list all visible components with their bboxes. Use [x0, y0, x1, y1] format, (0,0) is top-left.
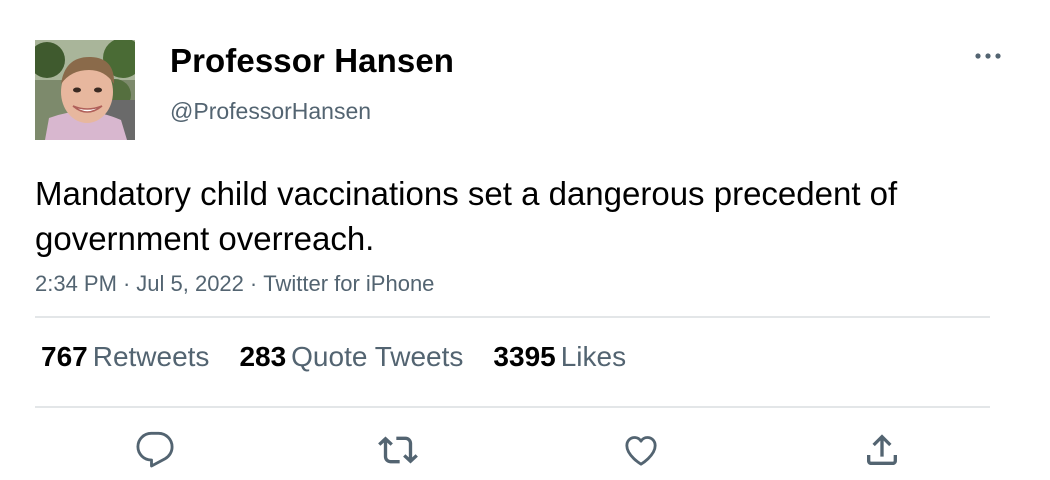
like-button[interactable]	[619, 428, 663, 472]
tweet-date[interactable]: Jul 5, 2022	[136, 271, 244, 296]
meta-separator: ·	[122, 271, 131, 296]
tweet-source[interactable]: Twitter for iPhone	[263, 271, 434, 296]
quote-tweets-label: Quote Tweets	[291, 341, 464, 372]
retweet-icon	[378, 436, 418, 464]
retweets-stat[interactable]: 767 Retweets	[41, 341, 209, 373]
quote-tweets-count: 283	[239, 341, 287, 372]
tweet-meta: 2:34 PM · Jul 5, 2022 · Twitter for iPhone	[35, 271, 434, 297]
retweet-button[interactable]	[376, 428, 420, 472]
divider	[35, 406, 990, 408]
tweet-time[interactable]: 2:34 PM	[35, 271, 117, 296]
reply-icon	[136, 431, 174, 468]
heart-icon	[625, 436, 657, 466]
likes-stat[interactable]: 3395 Likes	[493, 341, 626, 373]
divider	[35, 316, 990, 318]
more-options-button[interactable]	[968, 44, 1008, 68]
engagement-stats: 767 Retweets 283 Quote Tweets 3395 Likes	[41, 341, 626, 373]
retweets-label: Retweets	[92, 341, 210, 372]
tweet-text: Mandatory child vaccinations set a dange…	[35, 175, 898, 257]
author-display-name[interactable]: Professor Hansen	[170, 42, 454, 80]
meta-separator: ·	[249, 271, 258, 296]
more-horizontal-icon	[975, 53, 1001, 59]
avatar-photo	[35, 40, 135, 140]
author-handle[interactable]: @ProfessorHansen	[170, 98, 371, 125]
reply-button[interactable]	[133, 428, 177, 472]
likes-count: 3395	[493, 341, 556, 372]
share-icon	[867, 434, 897, 465]
share-button[interactable]	[860, 428, 904, 472]
avatar[interactable]	[35, 40, 135, 140]
tweet-card: Professor Hansen @ProfessorHansen Mandat…	[0, 0, 1050, 480]
retweets-count: 767	[41, 341, 88, 372]
quote-tweets-stat[interactable]: 283 Quote Tweets	[239, 341, 463, 373]
likes-label: Likes	[560, 341, 627, 372]
